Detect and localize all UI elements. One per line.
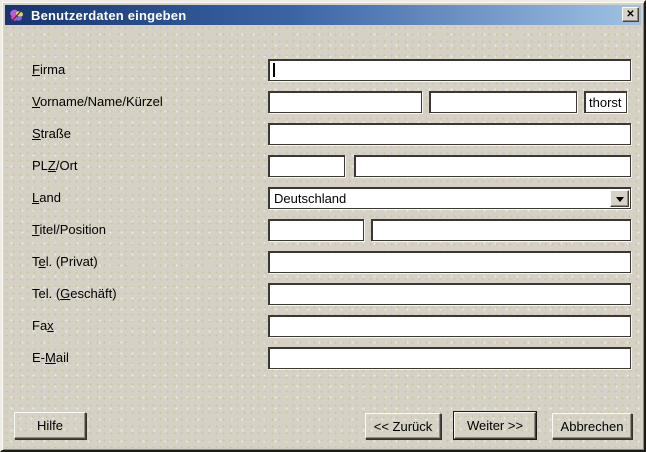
butterfly-icon bbox=[9, 8, 25, 23]
close-button[interactable]: ✕ bbox=[622, 7, 639, 22]
titel-input[interactable] bbox=[268, 219, 364, 241]
back-button[interactable]: << Zurück bbox=[365, 413, 441, 439]
plz-input[interactable] bbox=[268, 155, 345, 177]
next-button[interactable]: Weiter >> bbox=[454, 412, 536, 439]
label-titel-position: Titel/Position bbox=[32, 222, 106, 238]
close-icon: ✕ bbox=[626, 10, 634, 20]
name-input[interactable] bbox=[429, 91, 577, 113]
label-fax: Fax bbox=[32, 318, 54, 334]
help-button[interactable]: Hilfe bbox=[14, 412, 86, 439]
position-input[interactable] bbox=[371, 219, 631, 241]
titlebar[interactable]: Benutzerdaten eingeben ✕ bbox=[5, 5, 641, 25]
window-title: Benutzerdaten eingeben bbox=[31, 8, 186, 23]
label-tel-privat: Tel. (Privat) bbox=[32, 254, 98, 270]
ort-input[interactable] bbox=[354, 155, 631, 177]
strasse-input[interactable] bbox=[268, 123, 631, 145]
label-strasse: Straße bbox=[32, 126, 71, 142]
kuerzel-input[interactable] bbox=[584, 91, 627, 113]
text-caret bbox=[273, 63, 275, 77]
tel-geschaeft-input[interactable] bbox=[268, 283, 631, 305]
firma-input[interactable] bbox=[268, 59, 631, 81]
label-tel-geschaeft: Tel. (Geschäft) bbox=[32, 286, 117, 302]
user-data-dialog: Benutzerdaten eingeben ✕ Firma Vorname/N… bbox=[0, 0, 646, 452]
land-selected-value: Deutschland bbox=[274, 191, 346, 206]
label-plz-ort: PLZ/Ort bbox=[32, 158, 78, 174]
email-input[interactable] bbox=[268, 347, 631, 369]
vorname-input[interactable] bbox=[268, 91, 422, 113]
label-land: Land bbox=[32, 190, 61, 206]
land-combobox[interactable]: Deutschland bbox=[268, 187, 631, 209]
cancel-button[interactable]: Abbrechen bbox=[552, 413, 632, 439]
dropdown-button[interactable] bbox=[610, 190, 629, 207]
chevron-down-icon bbox=[616, 197, 624, 202]
label-email: E-Mail bbox=[32, 350, 69, 366]
label-vorname-name-kuerzel: Vorname/Name/Kürzel bbox=[32, 94, 163, 110]
fax-input[interactable] bbox=[268, 315, 631, 337]
tel-privat-input[interactable] bbox=[268, 251, 631, 273]
label-firma: Firma bbox=[32, 62, 65, 78]
